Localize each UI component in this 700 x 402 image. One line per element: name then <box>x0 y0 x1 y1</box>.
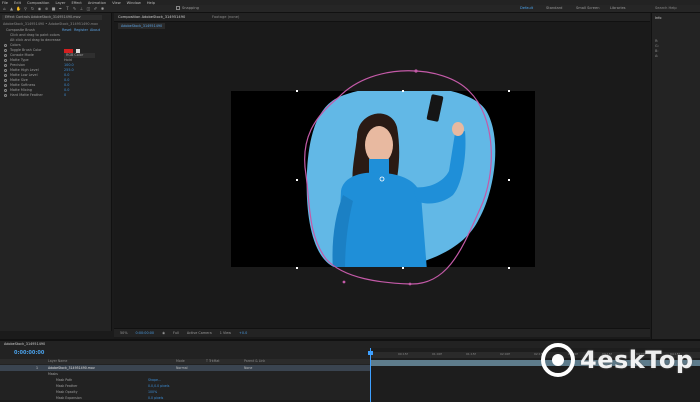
active-camera-dropdown[interactable]: Active Camera <box>187 331 212 335</box>
shape-tool-icon[interactable]: ■ <box>51 6 56 11</box>
bbox-handle[interactable] <box>508 90 510 92</box>
camera-tool-icon[interactable]: ◉ <box>37 6 42 11</box>
menu-animation[interactable]: Animation <box>88 1 106 5</box>
view-layout-dropdown[interactable]: 1 View <box>220 331 231 335</box>
pan-behind-tool-icon[interactable]: ⊕ <box>44 6 49 11</box>
camera-snapshot-icon[interactable]: ◉ <box>162 331 165 335</box>
brush-color-swatch[interactable] <box>64 48 73 53</box>
timeline-tab[interactable]: AdobeStock_314951490 <box>4 342 45 346</box>
current-time[interactable]: 0:00:00:00 <box>136 331 155 335</box>
stopwatch-icon[interactable] <box>4 84 7 87</box>
workspace-standard[interactable]: Standard <box>546 6 562 10</box>
bbox-handle[interactable] <box>402 90 404 92</box>
effect-controls-panel: Effect Controls AdobeStock_314951490.mov… <box>0 13 112 331</box>
ruler-tick-label: 02:00f <box>500 352 510 356</box>
col-trkmat[interactable]: T TrkMat <box>206 359 220 364</box>
playhead-handle[interactable] <box>368 351 373 355</box>
bbox-handle[interactable] <box>508 267 510 269</box>
stopwatch-icon[interactable] <box>4 69 7 72</box>
hard-matte-feather-value[interactable]: 0 <box>64 93 66 98</box>
stopwatch-icon[interactable] <box>4 89 7 92</box>
watermark-text: 4eskTop <box>580 346 694 374</box>
rotate-tool-icon[interactable]: ↻ <box>30 6 35 11</box>
menu-view[interactable]: View <box>112 1 121 5</box>
stopwatch-icon[interactable] <box>4 59 7 62</box>
exposure-value[interactable]: +0.0 <box>239 331 247 335</box>
mask-expansion-row[interactable]: Mask Expansion 0.0 pixels <box>0 395 370 401</box>
menu-composition[interactable]: Composition <box>27 1 49 5</box>
viewer-controls: 50% 0:00:00:00 ◉ Full Active Camera 1 Vi… <box>114 328 650 337</box>
stopwatch-icon[interactable] <box>4 74 7 77</box>
resolution-dropdown[interactable]: Full <box>173 331 179 335</box>
stopwatch-icon[interactable] <box>4 49 7 52</box>
bbox-handle[interactable] <box>402 267 404 269</box>
watermark: 4eskTop <box>540 338 700 382</box>
search-help-field[interactable]: Search Help <box>655 6 677 10</box>
workspace-small-screen[interactable]: Small Screen <box>576 6 599 10</box>
ruler-tick-label: 01:15f <box>466 352 476 356</box>
menu-help[interactable]: Help <box>147 1 155 5</box>
col-parent[interactable]: Parent & Link <box>244 359 265 364</box>
info-a: A: <box>655 54 659 58</box>
effect-controls-tab[interactable]: Effect Controls AdobeStock_314951490.mov <box>2 15 102 20</box>
zoom-tool-icon[interactable]: ⚲ <box>23 6 28 11</box>
pen-tool-icon[interactable]: ✒ <box>58 6 63 11</box>
effect-controls-path: AdobeStock_314951490 • AdobeStock_314951… <box>3 22 99 26</box>
hard-matte-feather-row[interactable]: Hard Matte Feather 0 <box>4 93 108 98</box>
menu-edit[interactable]: Edit <box>14 1 21 5</box>
timeline-column-headers: Layer Name Mode T TrkMat Parent & Link <box>0 359 370 364</box>
ruler-tick-label: 01:00f <box>432 352 442 356</box>
snapping-checkbox[interactable] <box>176 6 180 10</box>
stopwatch-icon[interactable] <box>4 64 7 67</box>
eraser-tool-icon[interactable]: ◫ <box>86 6 91 11</box>
stopwatch-icon[interactable] <box>4 94 7 97</box>
magnification-dropdown[interactable]: 50% <box>120 331 128 335</box>
mask-vertex[interactable] <box>342 280 346 284</box>
eyedropper-icon[interactable] <box>76 48 80 53</box>
selection-tool-icon[interactable]: ▲ <box>9 6 14 11</box>
menu-layer[interactable]: Layer <box>55 1 65 5</box>
playhead[interactable] <box>368 348 373 402</box>
stopwatch-icon[interactable] <box>4 44 7 47</box>
info-b: B: <box>655 49 659 53</box>
menu-file[interactable]: File <box>2 1 8 5</box>
composition-viewer: Composition AdobeStock_314951490 Footage… <box>114 13 650 339</box>
bbox-handle[interactable] <box>296 267 298 269</box>
workspace-libraries[interactable]: Libraries <box>610 6 626 10</box>
bbox-handle[interactable] <box>296 90 298 92</box>
hand-tool-icon[interactable]: ✋ <box>16 6 21 11</box>
home-icon[interactable]: ⌂ <box>2 6 7 11</box>
ruler-tick-label: 00:15f <box>398 352 408 356</box>
info-panel: Info R: G: B: A: <box>651 13 700 339</box>
timeline-timecode[interactable]: 0:00:00:00 <box>14 350 44 356</box>
bbox-handle[interactable] <box>508 179 510 181</box>
snapping-label: Snapping <box>182 6 199 10</box>
puppet-tool-icon[interactable]: ✱ <box>100 6 105 11</box>
menu-window[interactable]: Window <box>127 1 141 5</box>
stopwatch-icon[interactable] <box>4 79 7 82</box>
mask-vertex[interactable] <box>414 69 418 73</box>
mask-path[interactable] <box>304 70 492 285</box>
info-g: G: <box>655 44 659 48</box>
mask-overlay[interactable] <box>114 13 650 327</box>
workspace-default[interactable]: Default <box>520 6 533 10</box>
watermark-logo-icon <box>541 343 575 377</box>
stamp-tool-icon[interactable]: ⊥ <box>79 6 84 11</box>
col-mode[interactable]: Mode <box>176 359 185 364</box>
snapping-toggle[interactable]: Snapping <box>176 6 199 10</box>
roto-brush-icon[interactable]: ✐ <box>93 6 98 11</box>
brush-tool-icon[interactable]: ✎ <box>72 6 77 11</box>
type-tool-icon[interactable]: T <box>65 6 70 11</box>
menu-effect[interactable]: Effect <box>71 1 81 5</box>
col-layer-name[interactable]: Layer Name <box>48 359 67 364</box>
anchor-point-icon[interactable] <box>379 176 385 182</box>
mask-expansion-value[interactable]: 0.0 pixels <box>148 395 163 401</box>
info-tab[interactable]: Info <box>655 16 661 20</box>
info-r: R: <box>655 39 659 43</box>
mask-vertex[interactable] <box>408 282 412 286</box>
stopwatch-icon[interactable] <box>4 54 7 57</box>
bbox-handle[interactable] <box>296 179 298 181</box>
